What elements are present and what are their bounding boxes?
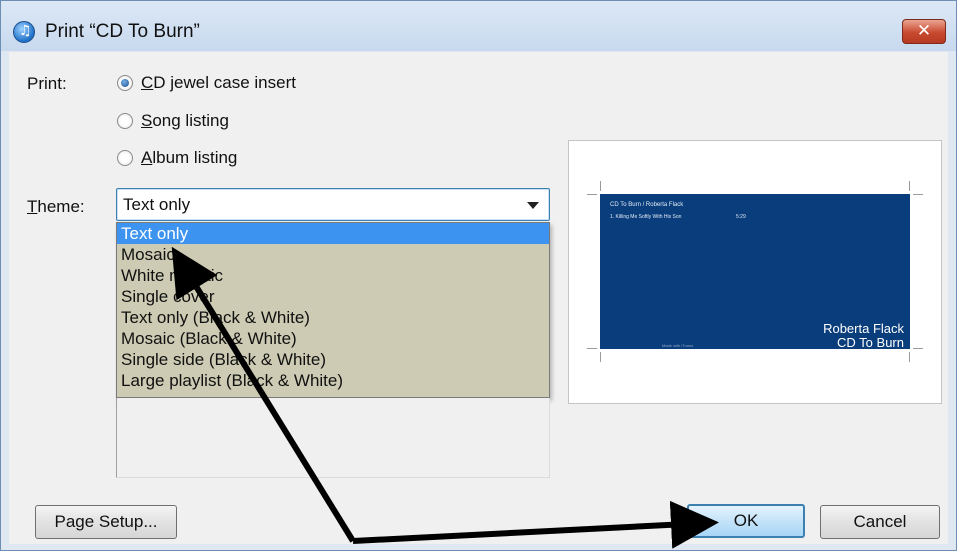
crop-mark (913, 348, 923, 349)
radio-button-checked[interactable] (117, 75, 133, 91)
preview-track: 1. Killing Me Softly With His Son (610, 214, 682, 220)
theme-description-box (116, 398, 550, 478)
jewel-case-insert-preview: CD To Burn / Roberta Flack 1. Killing Me… (600, 194, 910, 350)
radio-label: CD jewel case insert (141, 73, 296, 92)
radio-album-listing[interactable]: TAlbum listing (117, 146, 237, 170)
window-title: Print “CD To Burn” (45, 21, 200, 42)
print-preview: CD To Burn / Roberta Flack 1. Killing Me… (568, 140, 942, 404)
dropdown-item-large-playlist-bw[interactable]: Large playlist (Black & White) (117, 370, 549, 391)
theme-label: Theme: (27, 197, 85, 216)
close-icon: ✕ (916, 21, 932, 41)
radio-button[interactable] (117, 113, 133, 129)
crop-mark (913, 194, 923, 195)
radio-label: Song listing (141, 111, 229, 130)
theme-combobox[interactable]: Text only (116, 188, 550, 221)
preview-header: CD To Burn / Roberta Flack (610, 202, 684, 208)
radio-button[interactable] (117, 150, 133, 166)
theme-dropdown-list: Text only Mosaic White mosaic Single cov… (116, 222, 550, 398)
dropdown-item-white-mosaic[interactable]: White mosaic (117, 265, 549, 286)
cancel-button[interactable]: Cancel (820, 505, 940, 539)
dialog-body: Print: CD jewel case insert Song listing… (9, 52, 948, 544)
theme-selected-value: Text only (123, 195, 191, 214)
crop-mark (587, 194, 597, 195)
page-setup-button[interactable]: Page Setup... (35, 505, 177, 539)
preview-album: CD To Burn (837, 335, 904, 350)
dropdown-item-text-only-bw[interactable]: Text only (Black & White) (117, 307, 549, 328)
crop-mark (909, 352, 910, 362)
preview-track-time: 5:29 (736, 214, 746, 220)
dropdown-item-mosaic[interactable]: Mosaic (117, 244, 549, 265)
dropdown-item-single-side-bw[interactable]: Single side (Black & White) (117, 349, 549, 370)
ok-button[interactable]: OK (687, 504, 805, 538)
crop-mark (587, 348, 597, 349)
preview-footer: Made with iTunes (662, 343, 694, 348)
radio-cd-jewel-case-insert[interactable]: CD jewel case insert (117, 71, 296, 95)
dropdown-item-mosaic-bw[interactable]: Mosaic (Black & White) (117, 328, 549, 349)
preview-artist: Roberta Flack (823, 321, 904, 336)
dropdown-item-single-cover[interactable]: Single cover (117, 286, 549, 307)
radio-label: TAlbum listing (141, 148, 238, 167)
chevron-down-icon[interactable] (527, 202, 539, 209)
crop-mark (600, 352, 601, 362)
print-label: Print: (27, 74, 67, 93)
crop-mark (909, 181, 910, 191)
radio-song-listing[interactable]: Song listing (117, 109, 229, 133)
title-bar: Print “CD To Burn” ✕ (1, 1, 956, 51)
dropdown-item-text-only[interactable]: Text only (117, 223, 549, 244)
print-dialog: Print “CD To Burn” ✕ Print: CD jewel cas… (0, 0, 957, 551)
itunes-icon (13, 21, 35, 43)
close-button[interactable]: ✕ (902, 19, 946, 44)
crop-mark (600, 181, 601, 191)
